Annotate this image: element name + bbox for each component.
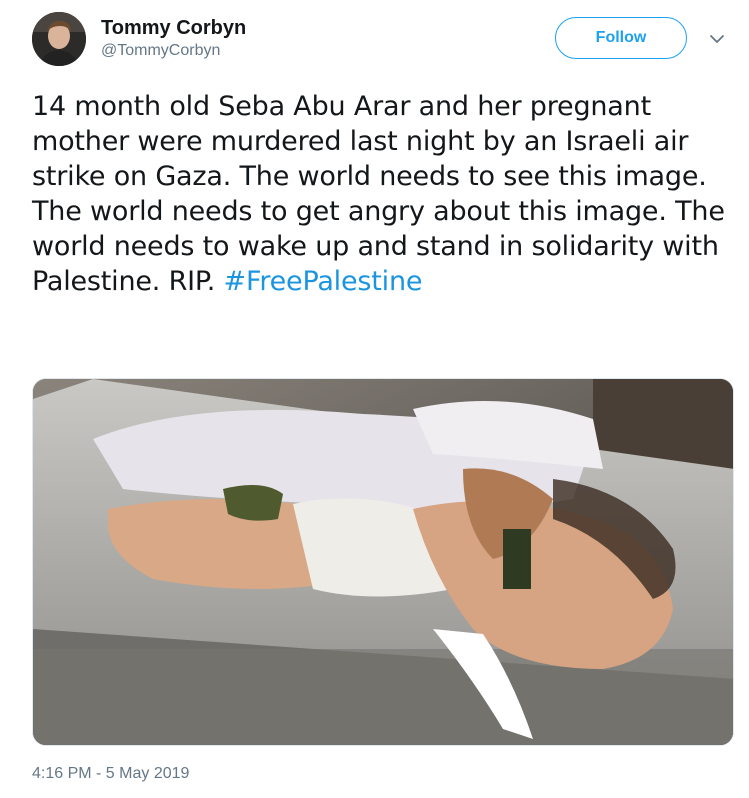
tweet-media-image[interactable] [32, 378, 734, 746]
tweet-card: Tommy Corbyn @TommyCorbyn Follow 14 mont… [0, 0, 749, 798]
avatar-image [32, 12, 86, 66]
photo [33, 379, 733, 745]
chevron-down-icon[interactable] [708, 30, 726, 48]
author-names: Tommy Corbyn @TommyCorbyn [101, 16, 246, 62]
tweet-timestamp[interactable]: 4:16 PM - 5 May 2019 [32, 765, 189, 783]
author-display-name[interactable]: Tommy Corbyn [101, 16, 246, 40]
tweet-text: 14 month old Seba Abu Arar and her pregn… [32, 89, 732, 299]
avatar[interactable] [32, 12, 86, 66]
hashtag-link[interactable]: #FreePalestine [224, 266, 423, 297]
tweet-header: Tommy Corbyn @TommyCorbyn Follow [32, 12, 732, 72]
author-handle[interactable]: @TommyCorbyn [101, 40, 246, 62]
follow-button[interactable]: Follow [555, 17, 687, 59]
